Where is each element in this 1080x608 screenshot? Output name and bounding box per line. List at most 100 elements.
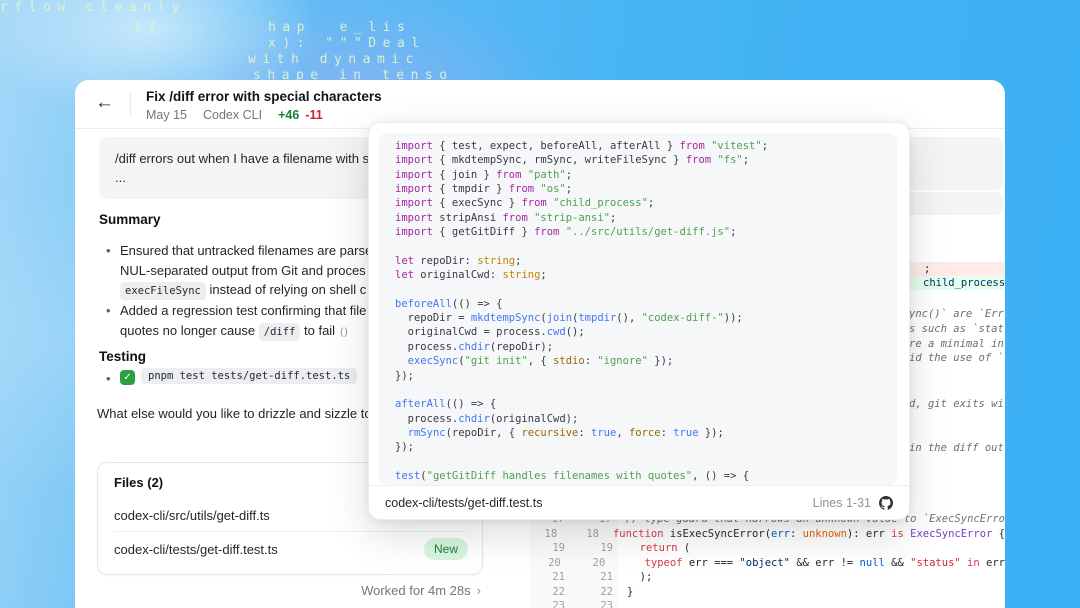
code-preview-popup: import { test, expect, beforeAll, afterA…	[368, 122, 910, 520]
diff-row: 1919 return (	[505, 541, 1005, 556]
task-date: May 15	[146, 108, 187, 122]
diff-code-text: return (	[613, 541, 690, 556]
new-file-badge: New	[424, 538, 468, 560]
test-passed-icon: ✓	[120, 370, 135, 385]
old-line-number: 19	[505, 541, 565, 556]
additions-count: +46	[278, 108, 299, 122]
code-line: import { execSync } from "child_process"…	[395, 196, 897, 210]
diff-row: 2020 typeof err === "object" && err != n…	[505, 556, 1005, 571]
bullet-icon: •	[106, 243, 111, 258]
code-line	[395, 455, 897, 469]
code-line: originalCwd = process.cwd();	[395, 325, 897, 339]
code-line: repoDir = mkdtempSync(join(tmpdir(), "co…	[395, 311, 897, 325]
summary-heading: Summary	[99, 212, 161, 227]
task-meta: May 15 Codex CLI +46 -11	[146, 108, 323, 122]
worked-for-label: Worked for 4m 28s	[361, 583, 471, 598]
diff-code-rows: 1717// type guard that narrows an unknow…	[505, 512, 1005, 608]
new-line-number: 22	[565, 585, 613, 600]
task-source: Codex CLI	[203, 108, 262, 122]
diff-row: 1818function isExecSyncError(err: unknow…	[505, 527, 1005, 542]
diff-comment-fragment: id the use of `	[909, 352, 1004, 364]
diff-row: 2121 );	[505, 570, 1005, 585]
summary-bullet-1-line-1: Ensured that untracked filenames are par…	[120, 243, 372, 259]
inline-code-chip: /diff	[259, 323, 301, 341]
code-line: let repoDir: string;	[395, 254, 897, 268]
files-divider	[114, 531, 466, 532]
popup-filename: codex-cli/tests/get-diff.test.ts	[385, 496, 813, 510]
background-code-text: with dynamic	[248, 52, 420, 67]
diff-code-text: }	[613, 585, 633, 600]
background-code-text: rflow cleanly	[0, 0, 186, 15]
inline-code-chip: execFileSync	[120, 282, 206, 300]
new-line-number: 21	[565, 570, 613, 585]
diff-code-text: typeof err === "object" && err != null &…	[605, 556, 1005, 571]
citation-icon[interactable]: ()	[340, 327, 349, 338]
background-code-fragment: t(	[134, 20, 163, 35]
diff-row: 2323	[505, 599, 1005, 608]
header-divider	[130, 92, 131, 117]
diff-comment-fragment: in the diff out	[909, 442, 1004, 454]
code-line: import { mkdtempSync, rmSync, writeFileS…	[395, 153, 897, 167]
popup-code-area[interactable]: import { test, expect, beforeAll, afterA…	[379, 133, 897, 485]
new-line-number: 18	[557, 527, 599, 542]
diff-comment-fragment: d, git exits wi	[909, 398, 1004, 410]
code-line	[395, 239, 897, 253]
code-line: test("getGitDiff handles filenames with …	[395, 469, 897, 483]
code-line: afterAll(() => {	[395, 397, 897, 411]
screen: t( hap e_lisx): """Dealwith dynamicshape…	[0, 0, 1080, 608]
code-line: import { join } from "path";	[395, 168, 897, 182]
page-title: Fix /diff error with special characters	[146, 89, 382, 104]
deletions-count: -11	[305, 108, 322, 122]
summary-bullet-2-line-2: quotes no longer cause /diff to fail ()	[120, 323, 349, 341]
old-line-number: 21	[505, 570, 565, 585]
old-line-number: 18	[505, 527, 557, 542]
summary-bullet-1-line-3: execFileSync instead of relying on shell…	[120, 282, 366, 300]
github-icon[interactable]	[879, 496, 893, 510]
new-line-number: 19	[565, 541, 613, 556]
file-row[interactable]: codex-cli/src/utils/get-diff.ts	[114, 508, 270, 523]
new-line-number: 23	[565, 599, 613, 608]
chevron-right-icon: ›	[477, 583, 481, 598]
summary-bullet-2-text-pre: quotes no longer cause	[120, 323, 259, 338]
code-line: beforeAll(() => {	[395, 297, 897, 311]
code-line: import { tmpdir } from "os";	[395, 182, 897, 196]
code-line	[395, 383, 897, 397]
file-row[interactable]: codex-cli/tests/get-diff.test.ts	[114, 542, 278, 557]
old-line-number: 22	[505, 585, 565, 600]
code-line: let originalCwd: string;	[395, 268, 897, 282]
summary-bullet-1-line-3-text: instead of relying on shell c	[206, 282, 366, 297]
bullet-icon: •	[106, 303, 111, 318]
diff-code-text	[613, 599, 627, 608]
back-button[interactable]: ←	[95, 92, 114, 114]
worked-for-link[interactable]: Worked for 4m 28s ›	[97, 583, 481, 598]
old-line-number: 20	[505, 556, 561, 571]
followup-text: What else would you like to drizzle and …	[97, 406, 372, 421]
code-line	[395, 282, 897, 296]
background-code-text: hap e_lis	[268, 20, 411, 35]
diff-row: 2222}	[505, 585, 1005, 600]
test-command-chip[interactable]: pnpm test tests/get-diff.test.ts	[141, 368, 357, 384]
diff-comment-fragment: s such as `stat	[909, 323, 1004, 335]
diff-code-text: function isExecSyncError(err: unknown): …	[599, 527, 1005, 542]
code-line: import stripAnsi from "strip-ansi";	[395, 211, 897, 225]
bullet-icon: •	[106, 371, 111, 386]
files-heading: Files (2)	[114, 475, 163, 490]
code-line: process.chdir(originalCwd);	[395, 412, 897, 426]
diff-code-text: );	[613, 570, 652, 585]
code-line: import { test, expect, beforeAll, afterA…	[395, 139, 897, 153]
summary-bullet-2-line-1: Added a regression test confirming that …	[120, 303, 366, 319]
code-line: });	[395, 440, 897, 454]
code-line: rmSync(repoDir, { recursive: true, force…	[395, 426, 897, 440]
new-line-number: 20	[561, 556, 606, 571]
summary-bullet-2-text-post: to fail	[300, 323, 335, 338]
old-line-number: 23	[505, 599, 565, 608]
popup-lines-label: Lines 1-31	[813, 496, 871, 510]
popup-footer: codex-cli/tests/get-diff.test.ts Lines 1…	[369, 485, 909, 519]
background-code-text: x): """Deal	[268, 36, 426, 51]
summary-bullet-1-line-2: NUL-separated output from Git and proces	[120, 263, 366, 279]
code-line: execSync("git init", { stdio: "ignore" }…	[395, 354, 897, 368]
diff-comment-fragment: re a minimal in	[909, 338, 1004, 350]
code-line: process.chdir(repoDir);	[395, 340, 897, 354]
testing-heading: Testing	[99, 349, 146, 364]
code-line: import { getGitDiff } from "../src/utils…	[395, 225, 897, 239]
